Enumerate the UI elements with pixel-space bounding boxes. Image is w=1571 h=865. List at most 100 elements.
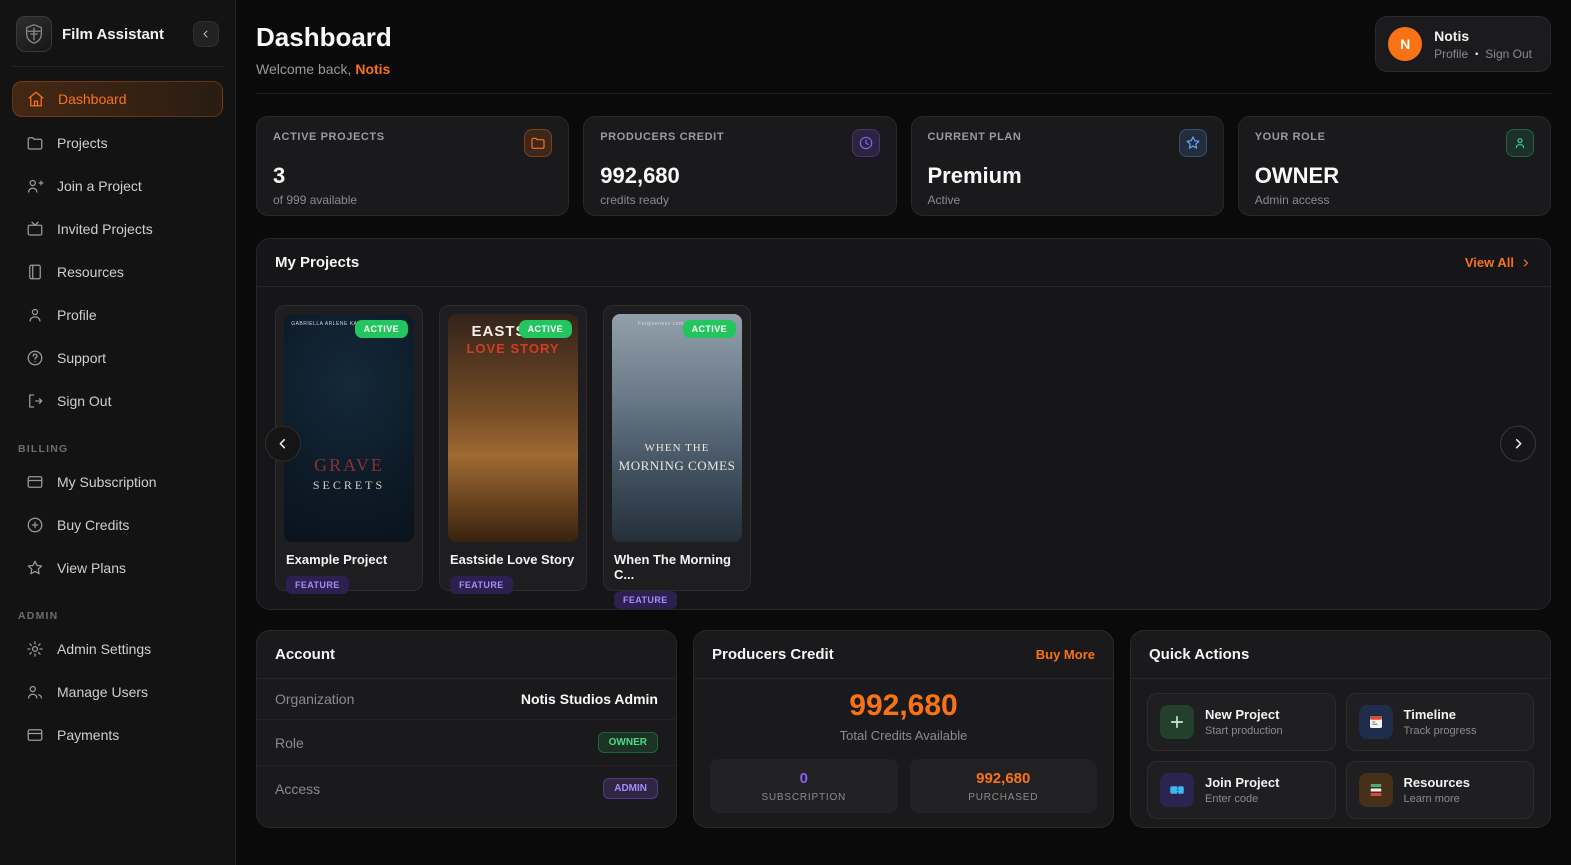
- person-icon: [1506, 129, 1534, 157]
- account-row-role: Role OWNER: [257, 720, 676, 766]
- stat-label: CURRENT PLAN: [927, 131, 1022, 143]
- sidebar: Film Assistant Dashboard Projects Join a…: [0, 0, 236, 865]
- new-project-action[interactable]: New Project Start production: [1147, 693, 1336, 751]
- sidebar-item-payments[interactable]: Payments: [12, 718, 223, 752]
- sidebar-item-view-plans[interactable]: View Plans: [12, 551, 223, 585]
- sign-out-icon: [26, 392, 44, 410]
- view-all-link[interactable]: View All: [1465, 255, 1532, 270]
- app-logo-icon: [16, 16, 52, 52]
- my-projects-header: My Projects View All: [257, 239, 1550, 287]
- sidebar-item-label: Invited Projects: [57, 221, 153, 237]
- view-all-label: View All: [1464, 255, 1514, 270]
- account-card: Account Organization Notis Studios Admin…: [256, 630, 677, 828]
- sidebar-section-billing: BILLING: [18, 443, 69, 455]
- quick-actions-header: Quick Actions: [1131, 631, 1550, 679]
- sidebar-item-support[interactable]: Support: [12, 341, 223, 375]
- project-title: Example Project: [286, 552, 388, 567]
- sidebar-item-dashboard[interactable]: Dashboard: [12, 81, 223, 117]
- credits-body: 992,680 Total Credits Available 0 SUBSCR…: [694, 679, 1113, 813]
- sidebar-item-resources[interactable]: Resources: [12, 255, 223, 289]
- timeline-action[interactable]: Timeline Track progress: [1345, 693, 1534, 751]
- sign-out-link[interactable]: Sign Out: [1485, 47, 1532, 61]
- quick-actions-card: Quick Actions New Project Start producti…: [1130, 630, 1551, 828]
- sidebar-item-manage-users[interactable]: Manage Users: [12, 675, 223, 709]
- subscription-credit-box: 0 SUBSCRIPTION: [710, 759, 898, 813]
- sidebar-section-admin: ADMIN: [18, 610, 59, 622]
- status-badge: ACTIVE: [354, 320, 408, 338]
- project-poster: GABRIELLA ARLENE KALAYDRIN WILSON GRAVE …: [284, 314, 414, 542]
- sidebar-item-label: Profile: [57, 307, 97, 323]
- box-value: 992,680: [976, 770, 1031, 787]
- status-badge: ACTIVE: [682, 320, 736, 338]
- sidebar-item-buy-credits[interactable]: Buy Credits: [12, 508, 223, 542]
- row-value: Notis Studios Admin: [520, 691, 658, 707]
- section-title: Account: [275, 646, 335, 663]
- stats-row: ACTIVE PROJECTS 3 of 999 available PRODU…: [256, 116, 1551, 216]
- stat-card-your-role: YOUR ROLE OWNER Admin access: [1237, 116, 1551, 216]
- account-header: Account: [257, 631, 676, 679]
- resources-action[interactable]: Resources Learn more: [1345, 761, 1534, 819]
- sidebar-item-sign-out[interactable]: Sign Out: [12, 384, 223, 418]
- plus-circle-icon: [26, 516, 44, 534]
- poster-title-line2: LOVE STORY: [466, 341, 560, 357]
- sidebar-header: Film Assistant: [12, 12, 223, 67]
- sidebar-item-label: Dashboard: [58, 91, 127, 107]
- quick-actions-grid: New Project Start production Timeline Tr…: [1131, 679, 1550, 827]
- action-sub: Track progress: [1403, 725, 1477, 737]
- folder-icon: [26, 134, 44, 152]
- stat-card-active-projects: ACTIVE PROJECTS 3 of 999 available: [256, 116, 570, 216]
- project-poster: Forgiveness comes at a co... WHEN THE MO…: [612, 314, 742, 542]
- book-stack-icon: [1358, 773, 1393, 807]
- clock-icon: [851, 129, 880, 157]
- sidebar-item-profile[interactable]: Profile: [12, 298, 223, 332]
- project-card-eastside-love-story[interactable]: EASTSIDE LOVE STORY ACTIVE Eastside Love…: [439, 305, 587, 594]
- join-project-action[interactable]: Join Project Enter code: [1147, 761, 1336, 819]
- profile-link[interactable]: Profile: [1434, 47, 1468, 61]
- users-icon: [26, 683, 44, 701]
- row-label: Organization: [275, 691, 355, 707]
- help-circle-icon: [26, 349, 44, 367]
- welcome-prefix: Welcome back,: [256, 61, 352, 77]
- sidebar-item-label: Join a Project: [57, 178, 142, 194]
- buy-more-link[interactable]: Buy More: [1036, 647, 1095, 662]
- stat-sub: Admin access: [1254, 193, 1330, 207]
- app-title: Film Assistant: [62, 25, 164, 43]
- avatar[interactable]: N: [1388, 27, 1423, 61]
- status-badge: ACTIVE: [518, 320, 572, 338]
- carousel-prev-button[interactable]: [265, 425, 301, 462]
- stat-card-producers-credit: PRODUCERS CREDIT 992,680 credits ready: [583, 116, 897, 216]
- carousel-next-button[interactable]: [1500, 425, 1536, 462]
- sidebar-item-join-a-project[interactable]: Join a Project: [12, 169, 223, 203]
- sidebar-item-label: Sign Out: [57, 393, 112, 409]
- poster-title-line2: SECRETS: [312, 478, 386, 493]
- stat-value: 3: [273, 163, 286, 188]
- project-poster: EASTSIDE LOVE STORY ACTIVE: [448, 314, 578, 542]
- gear-icon: [26, 640, 44, 658]
- sidebar-item-label: Manage Users: [57, 684, 149, 700]
- credit-card-icon: [26, 473, 44, 491]
- sidebar-item-admin-settings[interactable]: Admin Settings: [12, 632, 223, 666]
- credits-header: Producers Credit Buy More: [694, 631, 1113, 679]
- owner-badge: OWNER: [597, 732, 658, 753]
- sidebar-item-projects[interactable]: Projects: [12, 126, 223, 160]
- sidebar-collapse-button[interactable]: [193, 21, 219, 47]
- box-value: 0: [799, 770, 808, 787]
- page-title-block: Dashboard Welcome back, Notis: [256, 16, 392, 77]
- bottom-row: Account Organization Notis Studios Admin…: [256, 630, 1551, 828]
- dot-separator: •: [1475, 48, 1479, 59]
- chevron-right-icon: [1515, 438, 1522, 449]
- page-title: Dashboard: [256, 22, 392, 52]
- welcome-user-name: Notis: [355, 61, 391, 77]
- section-title: Quick Actions: [1149, 646, 1250, 663]
- folder-icon: [524, 129, 553, 157]
- credit-card-icon: [26, 726, 44, 744]
- user-icon: [26, 306, 44, 324]
- sidebar-item-label: Resources: [57, 264, 124, 280]
- plus-icon: [1160, 705, 1194, 739]
- stat-value: OWNER: [1254, 163, 1340, 188]
- credits-total: 992,680: [849, 689, 958, 722]
- sidebar-item-label: View Plans: [57, 560, 127, 576]
- project-card-when-the-morning-comes[interactable]: Forgiveness comes at a co... WHEN THE MO…: [603, 305, 751, 609]
- sidebar-item-invited-projects[interactable]: Invited Projects: [12, 212, 223, 246]
- sidebar-item-my-subscription[interactable]: My Subscription: [12, 465, 223, 499]
